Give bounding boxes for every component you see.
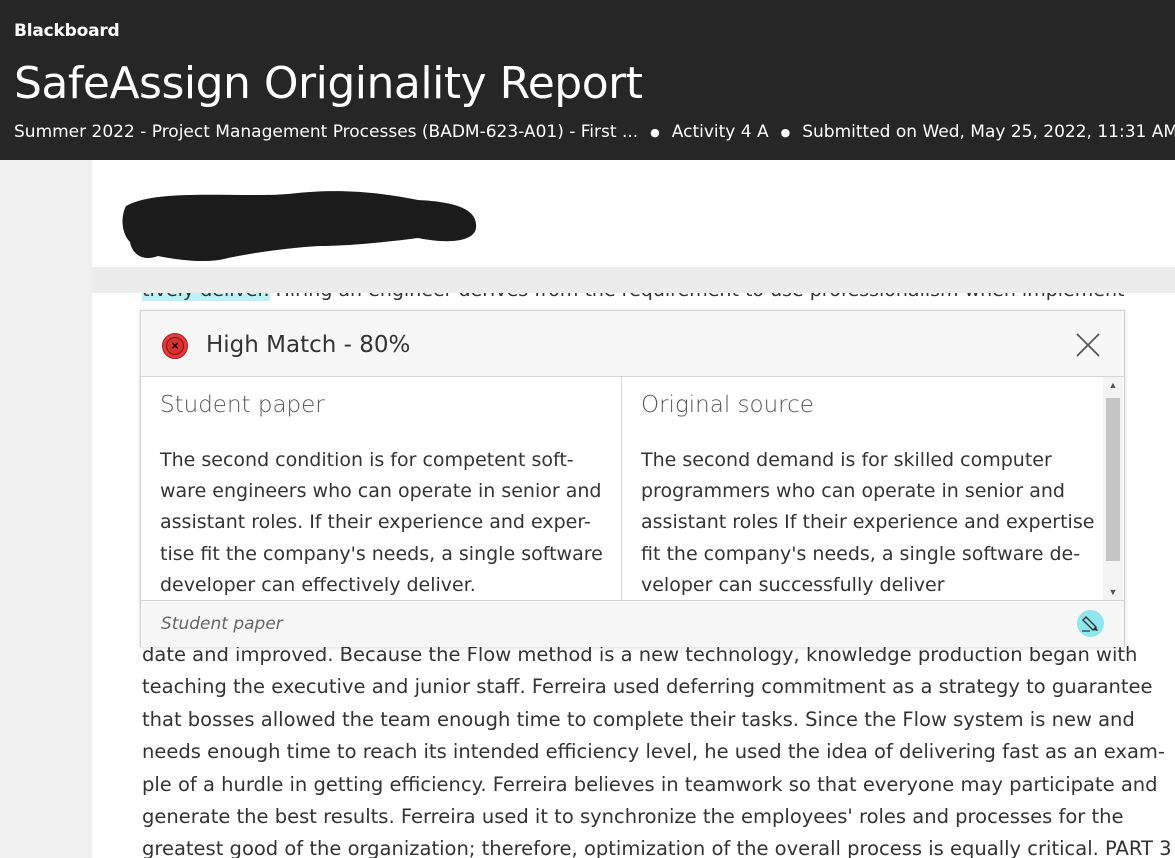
bullet-separator: ●: [650, 125, 660, 139]
footer-label: Student paper: [161, 614, 283, 634]
bullet-separator: ●: [780, 125, 791, 139]
paper-line: greatest good of the organization; there…: [142, 837, 1172, 858]
scroll-down-arrow-icon[interactable]: ▼: [1103, 584, 1123, 600]
text-line: programmers who can operate in senior an…: [641, 480, 1065, 503]
paper-line: generate the best results. Ferreira used…: [142, 805, 1124, 829]
high-match-icon: ×: [162, 333, 188, 359]
popup-footer: Student paper: [141, 600, 1124, 647]
section-divider: [92, 267, 1175, 293]
redaction-scribble: [122, 191, 477, 262]
text-line: The second demand is for skilled compute…: [641, 449, 1052, 471]
matched-text-highlight[interactable]: tively deliver.: [142, 293, 270, 301]
original-source-column: Original source The second demand is for…: [622, 377, 1102, 600]
brand-logo-text[interactable]: Blackboard: [14, 21, 120, 41]
match-title: High Match - 80%: [206, 332, 411, 358]
text-line: tise fit the company's needs, a single s…: [160, 542, 603, 565]
paper-line: ple of a hurdle in getting efficiency. F…: [142, 772, 1158, 796]
scroll-up-arrow-icon[interactable]: ▲: [1103, 377, 1123, 393]
popup-scrollbar[interactable]: ▲ ▼: [1103, 377, 1123, 600]
close-icon[interactable]: [1075, 332, 1101, 358]
text-line: assistant roles. If their experience and…: [160, 511, 591, 534]
student-paper-text: The second condition is for competent so…: [160, 445, 610, 600]
paper-text: Hiring an engineer derives from the requ…: [270, 293, 1132, 301]
student-paper-column: Student paper The second condition is fo…: [141, 377, 622, 600]
submission-meta: Summer 2022 - Project Management Process…: [14, 122, 1175, 142]
page-title: SafeAssign Originality Report: [14, 58, 643, 109]
text-line: veloper can successfully deliver: [641, 573, 945, 596]
original-source-title: Original source: [641, 392, 814, 418]
paper-top-line: tively deliver. Hiring an engineer deriv…: [142, 293, 1131, 301]
comparison-columns: Student paper The second condition is fo…: [141, 377, 1124, 600]
activity-name: Activity 4 A: [671, 122, 769, 142]
paper-paragraph: date and improved. Because the Flow meth…: [142, 639, 1172, 858]
paper-line: teaching the executive and junior staff.…: [142, 675, 1153, 699]
highlighter-icon[interactable]: [1077, 610, 1104, 637]
submitted-date: Submitted on Wed, May 25, 2022, 11:31 AM: [802, 122, 1175, 142]
text-line: developer can effectively deliver.: [160, 573, 476, 596]
text-line: The second condition is for competent so…: [160, 449, 574, 471]
text-line: ware engineers who can operate in senior…: [160, 480, 602, 503]
course-name: Summer 2022 - Project Management Process…: [14, 122, 639, 142]
popup-header: × High Match - 80%: [141, 311, 1124, 377]
student-paper-title: Student paper: [160, 392, 325, 418]
top-header-bar: Blackboard SafeAssign Originality Report…: [0, 0, 1175, 160]
paper-line: that bosses allowed the team enough time…: [142, 707, 1135, 731]
text-line: assistant roles If their experience and …: [641, 511, 1095, 534]
paper-line: needs enough time to reach its intended …: [142, 740, 1165, 764]
paper-header-area: [92, 160, 1175, 267]
original-source-text: The second demand is for skilled compute…: [641, 445, 1095, 600]
text-line: fit the company's needs, a single softwa…: [641, 542, 1081, 565]
scrollbar-thumb[interactable]: [1106, 398, 1120, 561]
match-comparison-popup: × High Match - 80% Student paper The sec…: [140, 310, 1125, 647]
